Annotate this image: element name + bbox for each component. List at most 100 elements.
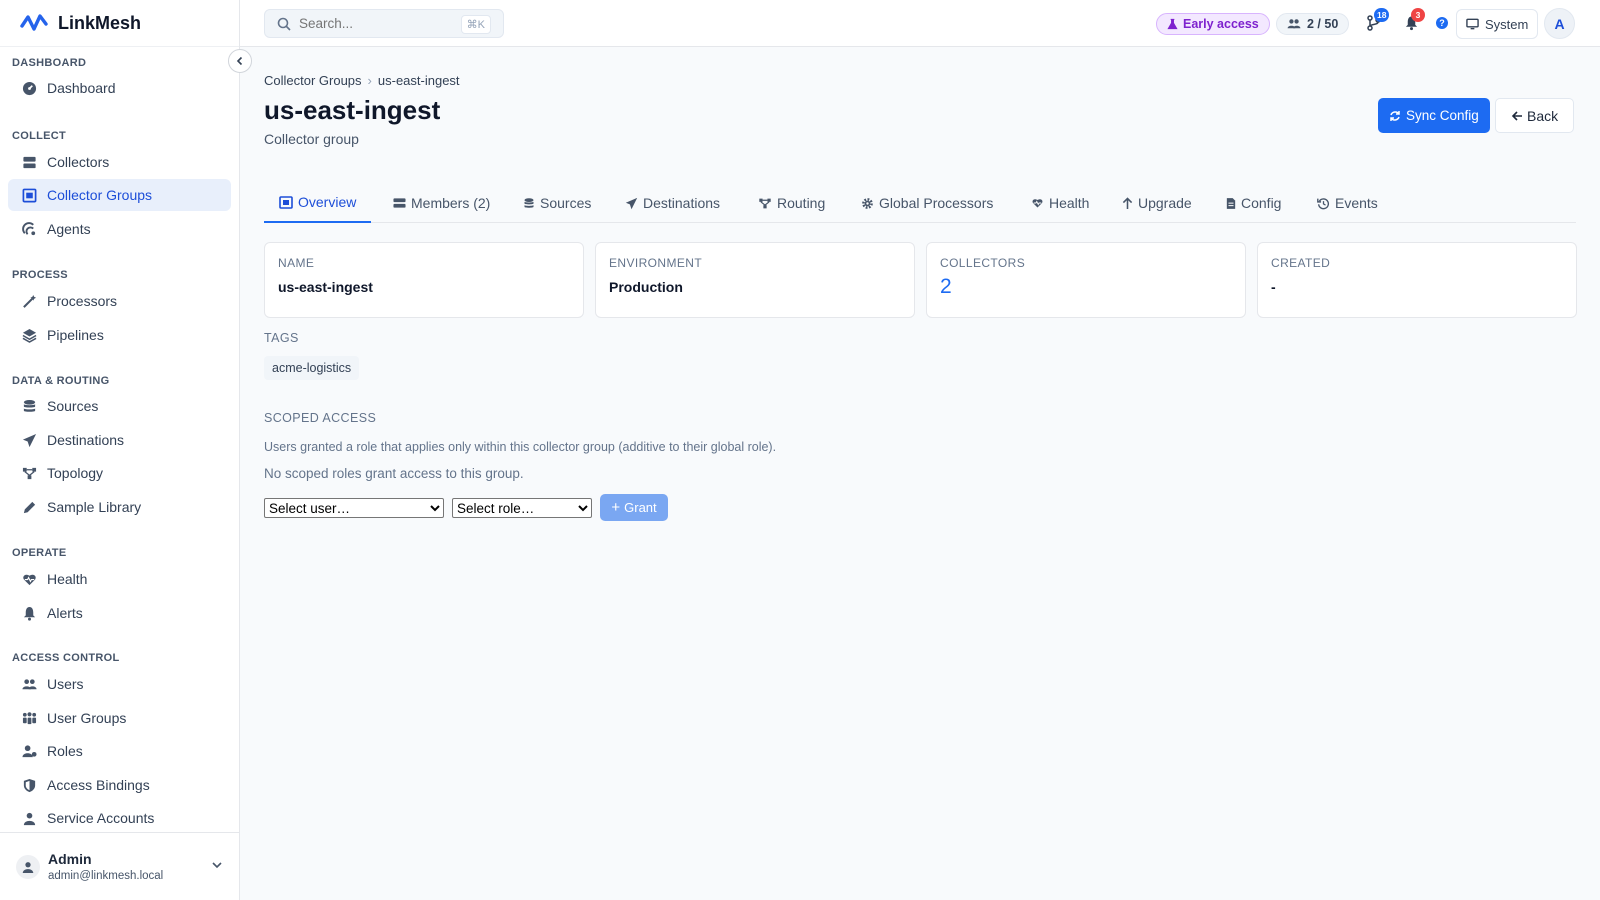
sidebar-item-processors[interactable]: Processors bbox=[8, 285, 231, 317]
seats-indicator[interactable]: 2 / 50 bbox=[1276, 13, 1350, 35]
back-button[interactable]: Back bbox=[1495, 98, 1575, 133]
tab-members[interactable]: Members (2) bbox=[393, 183, 490, 223]
select-user-dropdown[interactable]: Select user… bbox=[264, 498, 444, 518]
search-box[interactable]: ⌘K bbox=[264, 9, 504, 38]
plus-icon: + bbox=[611, 499, 621, 516]
monitor-icon bbox=[1466, 18, 1479, 30]
wand-icon bbox=[21, 293, 37, 309]
theme-selector-button[interactable]: System bbox=[1456, 9, 1539, 39]
collectors-count[interactable]: 2 bbox=[940, 275, 1232, 299]
tab-label: Events bbox=[1335, 195, 1378, 211]
tab-routing[interactable]: Routing bbox=[758, 183, 825, 223]
breadcrumb: Collector Groups › us-east-ingest bbox=[264, 73, 460, 88]
sidebar-item-collectors[interactable]: Collectors bbox=[8, 146, 231, 178]
tab-label: Health bbox=[1049, 195, 1090, 211]
sidebar-item-topology[interactable]: Topology bbox=[8, 457, 231, 489]
merge-count-badge: 18 bbox=[1374, 8, 1390, 22]
tab-label: Routing bbox=[777, 195, 826, 211]
card-label: ENVIRONMENT bbox=[609, 256, 703, 270]
card-label: CREATED bbox=[1271, 256, 1331, 270]
nav-section-operate: OPERATE bbox=[12, 547, 67, 559]
sidebar-item-sources[interactable]: Sources bbox=[8, 390, 231, 422]
breadcrumb-current: us-east-ingest bbox=[377, 73, 460, 88]
tab-destinations[interactable]: Destinations bbox=[625, 183, 720, 223]
early-access-label: Early access bbox=[1183, 17, 1259, 31]
tab-events[interactable]: Events bbox=[1317, 183, 1378, 223]
heart-pulse-icon bbox=[21, 571, 37, 587]
file-icon bbox=[1226, 197, 1236, 210]
arrow-up-icon bbox=[1122, 196, 1133, 210]
search-shortcut: ⌘K bbox=[460, 15, 491, 34]
help-button[interactable]: ? bbox=[1433, 14, 1451, 32]
tab-label: Overview bbox=[298, 194, 357, 210]
tab-config[interactable]: Config bbox=[1226, 183, 1281, 223]
sidebar-item-access-bindings[interactable]: Access Bindings bbox=[8, 769, 231, 801]
sidebar-item-label: Collector Groups bbox=[47, 187, 153, 203]
grant-label: Grant bbox=[624, 500, 657, 515]
user-email: admin@linkmesh.local bbox=[48, 870, 164, 882]
tab-label: Sources bbox=[540, 195, 592, 211]
help-icon: ? bbox=[1436, 17, 1448, 29]
card-value: Production bbox=[609, 279, 683, 295]
sidebar-item-users[interactable]: Users bbox=[8, 668, 231, 700]
sidebar-item-label: Health bbox=[47, 571, 88, 587]
gear-icon bbox=[861, 197, 874, 210]
flask-icon bbox=[1167, 18, 1178, 30]
sync-config-label: Sync Config bbox=[1406, 108, 1479, 123]
nav-section-access-control: ACCESS CONTROL bbox=[12, 652, 120, 664]
sidebar-item-service-accounts[interactable]: Service Accounts bbox=[8, 802, 231, 833]
history-icon bbox=[1317, 197, 1330, 210]
sidebar-item-user-groups[interactable]: User Groups bbox=[8, 702, 231, 734]
tab-label: Upgrade bbox=[1138, 195, 1192, 211]
sidebar-item-destinations[interactable]: Destinations bbox=[8, 424, 231, 456]
tags-heading: TAGS bbox=[264, 331, 299, 345]
sidebar-item-label: Topology bbox=[47, 465, 104, 481]
nav-section-dashboard: DASHBOARD bbox=[12, 57, 87, 69]
sidebar-item-health[interactable]: Health bbox=[8, 563, 231, 595]
card-value: - bbox=[1271, 279, 1276, 295]
sidebar-item-sample-library[interactable]: Sample Library bbox=[8, 491, 231, 523]
sidebar-item-alerts[interactable]: Alerts bbox=[8, 597, 231, 629]
sidebar-item-label: Sample Library bbox=[47, 499, 142, 515]
sidebar-item-agents[interactable]: Agents bbox=[8, 213, 231, 245]
nav-section-collect: COLLECT bbox=[12, 130, 67, 142]
shield-icon bbox=[21, 777, 37, 793]
user-menu[interactable]: Admin admin@linkmesh.local bbox=[0, 832, 239, 900]
sidebar-item-label: Collectors bbox=[47, 154, 110, 170]
summary-cards: NAME us-east-ingest ENVIRONMENT Producti… bbox=[264, 242, 1577, 318]
sync-config-button[interactable]: Sync Config bbox=[1378, 98, 1490, 133]
breadcrumb-collector-groups[interactable]: Collector Groups bbox=[264, 73, 362, 88]
tab-health[interactable]: Health bbox=[1031, 183, 1089, 223]
notifications-button[interactable]: 3 bbox=[1402, 8, 1425, 32]
tab-sources[interactable]: Sources bbox=[523, 183, 591, 223]
account-avatar[interactable]: A bbox=[1544, 8, 1575, 39]
select-role-dropdown[interactable]: Select role… bbox=[452, 498, 592, 518]
arrow-left-icon bbox=[1511, 110, 1522, 121]
tab-upgrade[interactable]: Upgrade bbox=[1122, 183, 1192, 223]
pencil-icon bbox=[21, 499, 37, 515]
early-access-badge[interactable]: Early access bbox=[1156, 13, 1270, 35]
server-icon bbox=[393, 197, 406, 209]
sidebar-item-dashboard[interactable]: Dashboard bbox=[8, 72, 231, 104]
merge-requests-button[interactable]: 18 bbox=[1365, 8, 1390, 32]
user-role-icon bbox=[21, 743, 37, 759]
tab-overview[interactable]: Overview bbox=[264, 183, 372, 223]
sidebar-item-label: Alerts bbox=[47, 605, 83, 621]
collapse-sidebar-button[interactable] bbox=[228, 49, 252, 73]
sidebar-item-pipelines[interactable]: Pipelines bbox=[8, 319, 231, 351]
tab-label: Members (2) bbox=[411, 195, 491, 211]
sidebar-item-collector-groups[interactable]: Collector Groups bbox=[8, 179, 231, 211]
routing-icon bbox=[758, 197, 772, 210]
user-name: Admin bbox=[48, 851, 92, 867]
tab-global-processors[interactable]: Global Processors bbox=[861, 183, 993, 223]
card-environment: ENVIRONMENT Production bbox=[595, 242, 915, 318]
brand[interactable]: LinkMesh bbox=[0, 0, 239, 47]
sidebar-item-label: Sources bbox=[47, 398, 99, 414]
tab-label: Config bbox=[1241, 195, 1282, 211]
search-input[interactable] bbox=[299, 16, 449, 31]
server-icon bbox=[21, 154, 37, 170]
users-icon bbox=[21, 676, 37, 692]
card-value: us-east-ingest bbox=[278, 279, 373, 295]
grant-button[interactable]: + Grant bbox=[600, 494, 668, 521]
sidebar-item-roles[interactable]: Roles bbox=[8, 735, 231, 767]
